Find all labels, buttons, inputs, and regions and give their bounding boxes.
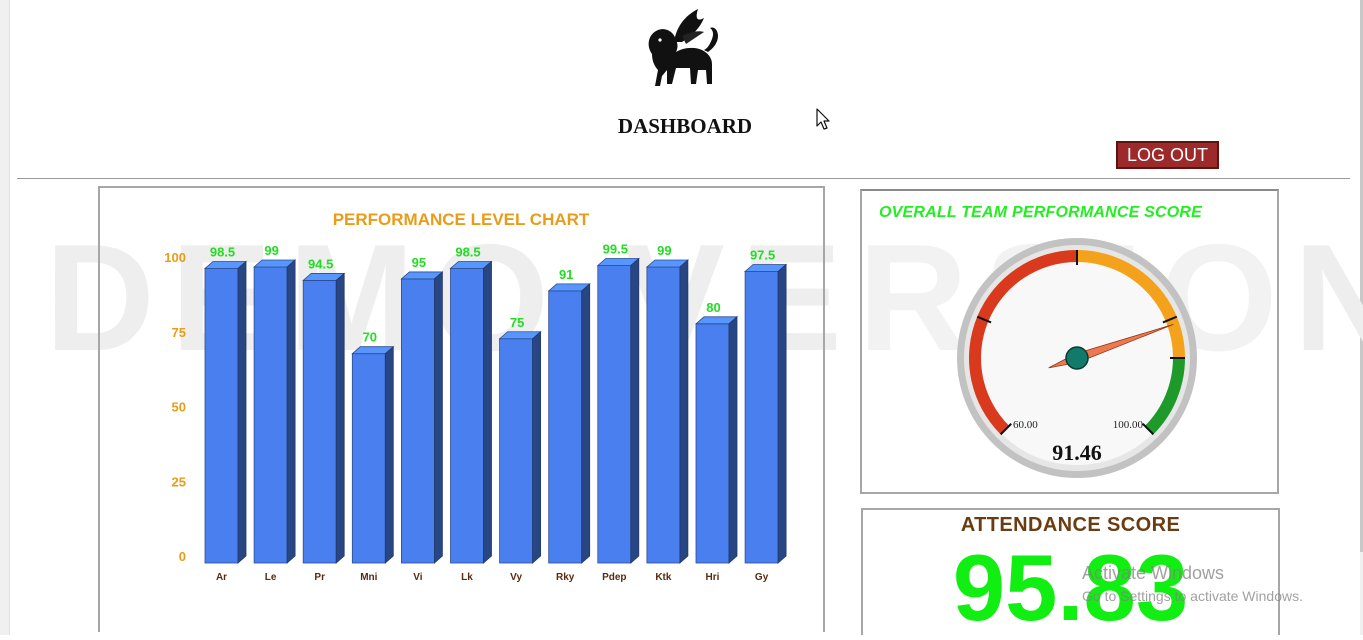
bar-front (302, 280, 337, 564)
bar-pdep (596, 257, 640, 564)
bar-side (728, 315, 738, 564)
y-tick-label: 0 (179, 549, 186, 564)
x-tick-label: Mni (360, 572, 377, 583)
bar-front (400, 278, 435, 564)
bar-value-label: 70 (363, 330, 377, 345)
activate-windows-title: Activate Windows (1082, 563, 1225, 583)
bar-value-label: 99.5 (603, 241, 628, 256)
gauge-title: OVERALL TEAM PERFORMANCE SCORE (879, 204, 1203, 221)
bar-pr (302, 272, 346, 564)
bar-side (777, 263, 787, 564)
performance-gauge: 60.00 100.00 91.46 (957, 238, 1197, 478)
bar-side (679, 259, 689, 564)
mouse-cursor-icon (816, 108, 830, 130)
bar-value-label: 98.5 (455, 244, 480, 259)
x-tick-label: Ar (216, 572, 227, 583)
logout-button[interactable]: LOG OUT (1116, 141, 1219, 169)
x-tick-label: Ktk (655, 572, 672, 583)
bar-vi (400, 271, 444, 564)
bar-front (744, 271, 779, 564)
attendance-title: ATTENDANCE SCORE (960, 514, 1181, 536)
bar-side (237, 260, 247, 564)
x-tick-label: Gy (755, 572, 769, 583)
bar-value-label: 75 (510, 315, 524, 330)
y-tick-label: 75 (172, 325, 186, 340)
bar-front (548, 290, 583, 564)
performance-bar-chart: PERFORMANCE LEVEL CHART 0 25 50 75 100 98.5 Ar… (164, 210, 788, 583)
bar-value-label: 99 (264, 243, 278, 258)
x-tick-label: Pr (314, 572, 325, 583)
activate-windows-subtitle: Go to Settings to activate Windows. (1082, 588, 1303, 604)
bar-side (483, 260, 492, 564)
bar-front (695, 323, 730, 564)
x-tick-label: Le (265, 572, 277, 583)
bar-front (253, 266, 288, 564)
bar-front (499, 338, 534, 564)
x-tick-label: Hri (706, 572, 720, 583)
bar-value-label: 91 (559, 267, 573, 282)
y-tick-label: 100 (164, 250, 186, 265)
x-tick-label: Vi (413, 572, 422, 583)
bar-le (253, 259, 297, 564)
gauge-value: 91.46 (1052, 440, 1102, 465)
y-tick-label: 50 (172, 400, 186, 415)
bar-side (630, 257, 640, 564)
bar-side (335, 272, 345, 564)
bar-side (581, 283, 591, 564)
bar-value-label: 98.5 (210, 244, 235, 259)
bar-front (450, 268, 484, 564)
bar-front (351, 353, 386, 564)
bar-gy (744, 263, 788, 564)
x-tick-label: Lk (461, 572, 473, 583)
y-tick-label: 25 (172, 474, 186, 489)
gauge-max-label: 100.00 (1113, 419, 1144, 431)
bar-front (204, 268, 239, 564)
bar-rky (547, 283, 591, 564)
bar-side (286, 259, 296, 564)
gauge-min-label: 60.00 (1013, 419, 1038, 431)
gauge-hub (1065, 346, 1089, 370)
bar-value-label: 97.5 (750, 247, 775, 262)
bar-front (597, 265, 632, 564)
x-tick-label: Rky (556, 572, 575, 583)
bar-ktk (645, 259, 689, 564)
bar-ar (203, 260, 248, 564)
bar-side (384, 345, 394, 564)
bar-mni (351, 345, 395, 564)
bar-value-label: 99 (657, 243, 671, 258)
bar-value-label: 95 (412, 255, 426, 270)
bar-front (646, 266, 681, 564)
x-tick-label: Pdep (602, 572, 626, 583)
chart-title: PERFORMANCE LEVEL CHART (333, 210, 590, 229)
bar-value-label: 80 (706, 300, 720, 315)
x-tick-label: Vy (510, 572, 522, 583)
bar-value-label: 94.5 (308, 256, 333, 271)
bar-side (433, 271, 443, 564)
bar-vy (498, 330, 542, 564)
bar-lk (449, 260, 493, 564)
bar-side (532, 330, 541, 564)
bar-hri (694, 315, 739, 564)
